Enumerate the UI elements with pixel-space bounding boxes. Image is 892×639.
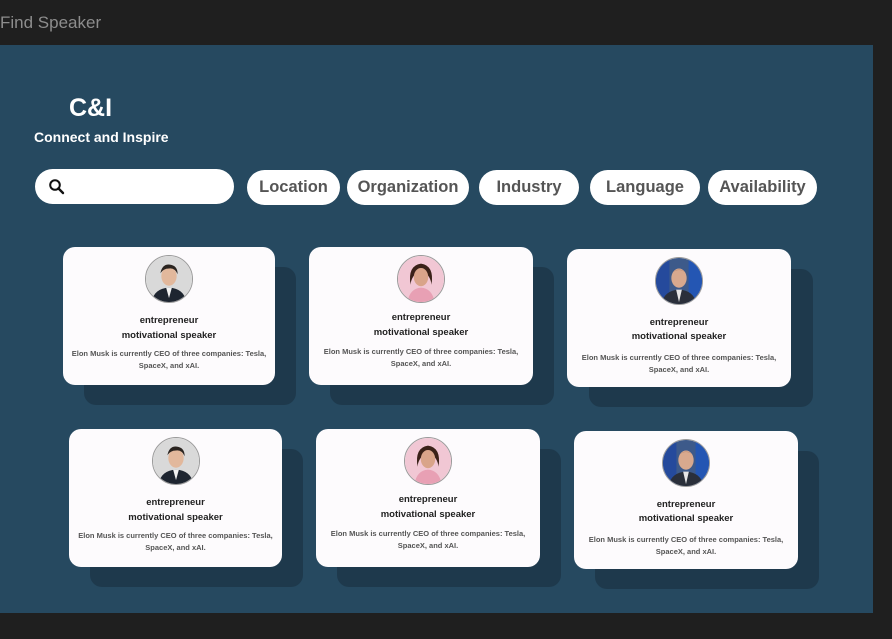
speaker-card[interactable]: entrepreneur motivational speaker Elon M…	[309, 247, 533, 385]
filter-organization[interactable]: Organization	[347, 170, 469, 205]
brand-logo-text: C&I	[69, 94, 113, 122]
speaker-card[interactable]: entrepreneur motivational speaker Elon M…	[63, 247, 275, 385]
speaker-role-secondary: motivational speaker	[128, 512, 223, 523]
avatar	[662, 439, 710, 487]
brand-tagline: Connect and Inspire	[34, 129, 169, 145]
search-icon	[49, 179, 65, 195]
speaker-role: entrepreneur	[391, 312, 451, 323]
speaker-role-secondary: motivational speaker	[121, 330, 217, 341]
speaker-bio: Elon Musk is currently CEO of three comp…	[581, 353, 777, 374]
speaker-role-secondary: motivational speaker	[631, 331, 727, 342]
speaker-card[interactable]: entrepreneur motivational speaker Elon M…	[567, 249, 791, 387]
filter-location[interactable]: Location	[247, 170, 340, 205]
search-bar[interactable]	[35, 169, 234, 204]
speaker-role-secondary: motivational speaker	[380, 509, 476, 520]
speaker-bio: Elon Musk is currently CEO of three comp…	[330, 529, 526, 550]
speaker-role: entrepreneur	[649, 317, 709, 328]
speaker-role: entrepreneur	[398, 494, 458, 505]
speaker-bio: Elon Musk is currently CEO of three comp…	[71, 349, 267, 370]
avatar	[145, 255, 193, 303]
frame-title: Find Speaker	[0, 13, 102, 32]
avatar	[404, 437, 452, 485]
speaker-card[interactable]: entrepreneur motivational speaker Elon M…	[316, 429, 540, 567]
avatar	[397, 255, 445, 303]
speaker-card[interactable]: entrepreneur motivational speaker Elon M…	[69, 429, 282, 567]
speaker-bio: Elon Musk is currently CEO of three comp…	[323, 347, 519, 368]
speaker-role-secondary: motivational speaker	[638, 513, 734, 524]
speaker-role: entrepreneur	[139, 315, 199, 326]
speaker-role: entrepreneur	[656, 499, 716, 510]
avatar	[655, 257, 703, 305]
search-input[interactable]	[73, 176, 227, 199]
filter-availability[interactable]: Availability	[708, 170, 817, 205]
speaker-bio: Elon Musk is currently CEO of three comp…	[78, 531, 273, 552]
speaker-role: entrepreneur	[146, 497, 205, 508]
speaker-bio: Elon Musk is currently CEO of three comp…	[588, 535, 784, 556]
speaker-role-secondary: motivational speaker	[373, 327, 469, 338]
filter-language[interactable]: Language	[590, 170, 700, 205]
avatar	[151, 437, 200, 485]
speaker-card[interactable]: entrepreneur motivational speaker Elon M…	[574, 431, 798, 569]
filter-industry[interactable]: Industry	[479, 170, 579, 205]
